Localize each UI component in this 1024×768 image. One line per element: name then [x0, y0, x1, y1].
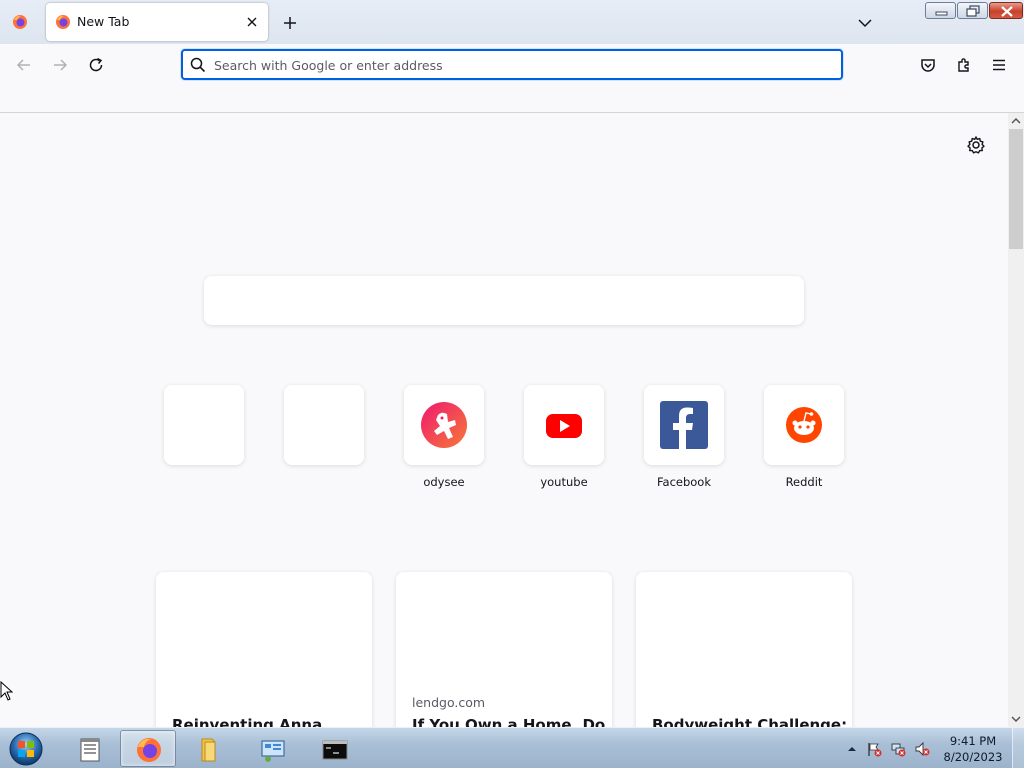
address-input[interactable]	[214, 54, 814, 76]
facebook-icon	[660, 401, 708, 449]
top-site-tile[interactable]	[764, 385, 844, 465]
new-tab-search-box[interactable]	[204, 276, 804, 325]
firefox-view-icon[interactable]	[12, 14, 28, 30]
taskbar-app-notepad[interactable]	[61, 730, 117, 767]
restore-icon	[966, 5, 980, 17]
taskbar: 9:41 PM 8/20/2023	[0, 727, 1024, 768]
top-site-tile[interactable]	[404, 385, 484, 465]
hamburger-menu-icon[interactable]	[988, 54, 1010, 76]
reload-icon[interactable]	[85, 54, 107, 76]
control-panel-icon	[261, 740, 285, 762]
back-arrow-icon[interactable]	[13, 54, 35, 76]
new-tab-page: odysee youtube Facebook Reddit Reinventi…	[0, 113, 1008, 727]
story-card[interactable]: Reinventing Anna	[156, 572, 372, 727]
top-site-tile[interactable]	[284, 385, 364, 465]
story-title: If You Own a Home, Do	[412, 716, 606, 727]
close-window-icon	[1001, 6, 1013, 17]
top-site-empty[interactable]	[164, 385, 244, 465]
top-site-label: youtube	[540, 475, 588, 489]
scroll-down-arrow-icon[interactable]	[1011, 714, 1021, 724]
window-controls	[925, 2, 1023, 20]
notepad-icon	[80, 738, 100, 762]
action-center-flag-icon[interactable]	[866, 741, 882, 757]
folder-icon	[201, 738, 216, 762]
story-title: Reinventing Anna	[172, 716, 323, 727]
close-window-button[interactable]	[989, 2, 1023, 19]
toolbar-spacer	[0, 86, 1024, 113]
close-tab-icon[interactable]	[242, 12, 262, 32]
gear-icon[interactable]	[964, 133, 988, 157]
list-all-tabs-chevron-icon[interactable]	[854, 12, 876, 34]
odysee-icon	[421, 402, 467, 448]
top-site-tile[interactable]	[524, 385, 604, 465]
search-icon	[190, 57, 206, 73]
show-hidden-icons-chevron-icon[interactable]	[844, 741, 860, 757]
vertical-scrollbar[interactable]	[1008, 113, 1024, 727]
navigation-toolbar	[0, 44, 1024, 86]
firefox-icon	[56, 15, 70, 29]
address-bar[interactable]	[181, 49, 843, 80]
tab-new-tab[interactable]: New Tab	[46, 3, 268, 41]
reddit-icon	[786, 407, 822, 443]
pocket-icon[interactable]	[917, 54, 939, 76]
taskbar-app-file-explorer[interactable]	[179, 730, 235, 767]
restore-button[interactable]	[957, 2, 988, 19]
taskbar-app-control-panel[interactable]	[244, 730, 300, 767]
top-site-odysee[interactable]: odysee	[404, 385, 484, 489]
show-desktop-button[interactable]	[1012, 728, 1024, 768]
top-site-label: Reddit	[785, 475, 823, 489]
command-prompt-icon	[322, 740, 348, 760]
story-source: lendgo.com	[412, 695, 486, 710]
story-card[interactable]: lendgo.com If You Own a Home, Do	[396, 572, 612, 727]
story-title: Bodyweight Challenge:	[652, 716, 848, 727]
volume-muted-icon[interactable]	[914, 741, 930, 757]
mouse-pointer-icon	[0, 681, 14, 701]
top-site-empty[interactable]	[284, 385, 364, 465]
top-site-youtube[interactable]: youtube	[524, 385, 604, 489]
extensions-puzzle-icon[interactable]	[953, 54, 975, 76]
top-site-facebook[interactable]: Facebook	[644, 385, 724, 489]
minimize-icon	[935, 11, 948, 16]
tab-strip: New Tab	[0, 0, 1024, 44]
scroll-up-arrow-icon[interactable]	[1011, 116, 1021, 126]
top-site-label: Facebook	[656, 475, 712, 489]
taskbar-app-command-prompt[interactable]	[306, 730, 362, 767]
clock-time: 9:41 PM	[949, 734, 997, 748]
new-tab-plus-icon[interactable]	[279, 12, 301, 34]
network-icon[interactable]	[890, 741, 906, 757]
youtube-icon	[546, 414, 582, 438]
scrollbar-thumb[interactable]	[1009, 129, 1023, 249]
system-clock[interactable]: 9:41 PM 8/20/2023	[934, 733, 1012, 765]
top-site-tile[interactable]	[164, 385, 244, 465]
story-card[interactable]: Bodyweight Challenge:	[636, 572, 852, 727]
firefox-icon	[137, 738, 161, 762]
tab-title: New Tab	[77, 14, 130, 29]
start-button-windows-icon[interactable]	[6, 730, 46, 768]
clock-date: 8/20/2023	[943, 750, 1003, 764]
forward-arrow-icon[interactable]	[49, 54, 71, 76]
minimize-button[interactable]	[925, 2, 956, 19]
top-site-label: odysee	[423, 475, 465, 489]
taskbar-app-firefox[interactable]	[120, 730, 176, 767]
top-site-reddit[interactable]: Reddit	[764, 385, 844, 489]
top-site-tile[interactable]	[644, 385, 724, 465]
